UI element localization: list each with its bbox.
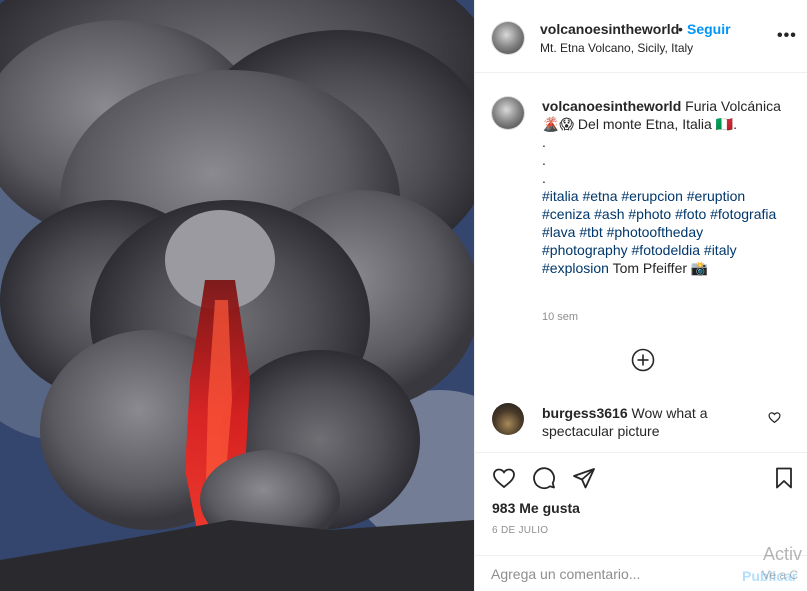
post-header: volcanoesintheworld • Seguir Mt. Etna Vo… — [475, 0, 807, 73]
caption-dot: . — [542, 170, 546, 186]
caption-dot: . — [542, 152, 546, 168]
caption-line: 🌋😱 Del monte Etna, Italia 🇮🇹. — [542, 116, 737, 132]
likes-count[interactable]: 983 Me gusta — [492, 500, 580, 516]
caption-username[interactable]: volcanoesintheworld — [542, 98, 681, 114]
comment-like-heart-icon[interactable] — [768, 411, 781, 424]
post-date: 6 DE JULIO — [492, 525, 549, 536]
volcano-eruption-image — [0, 0, 474, 591]
comment-composer: Publicar — [475, 555, 807, 591]
avatar[interactable] — [492, 22, 524, 54]
post-photo[interactable] — [0, 0, 474, 591]
follow-button[interactable]: Seguir — [687, 21, 731, 37]
post-location[interactable]: Mt. Etna Volcano, Sicily, Italy — [540, 41, 693, 55]
comment-item: burgess3616 Wow what a spectacular pictu… — [542, 404, 752, 440]
heart-icon[interactable] — [492, 466, 516, 490]
separator-dot: • — [678, 21, 683, 37]
author-username[interactable]: volcanoesintheworld — [540, 21, 679, 37]
bookmark-icon[interactable] — [772, 466, 796, 490]
caption-credit: Tom Pfeiffer 📸 — [612, 260, 709, 276]
caption-title: Furia Volcánica — [685, 98, 781, 114]
caption-dot: . — [542, 134, 546, 150]
post-caption: volcanoesintheworld Furia Volcánica 🌋😱 D… — [542, 97, 792, 277]
plus-circle-icon[interactable] — [631, 348, 655, 372]
publish-button[interactable]: Publicar — [742, 568, 797, 584]
comment-username[interactable]: burgess3616 — [542, 405, 628, 421]
paper-plane-icon[interactable] — [572, 466, 596, 490]
more-options-icon[interactable]: ••• — [777, 27, 797, 45]
comment-input[interactable] — [491, 563, 731, 585]
caption-timestamp[interactable]: 10 sem — [542, 311, 578, 323]
comment-avatar[interactable] — [492, 403, 524, 435]
comment-icon[interactable] — [532, 466, 556, 490]
caption-avatar[interactable] — [492, 97, 524, 129]
post-detail-panel: volcanoesintheworld • Seguir Mt. Etna Vo… — [474, 0, 807, 591]
